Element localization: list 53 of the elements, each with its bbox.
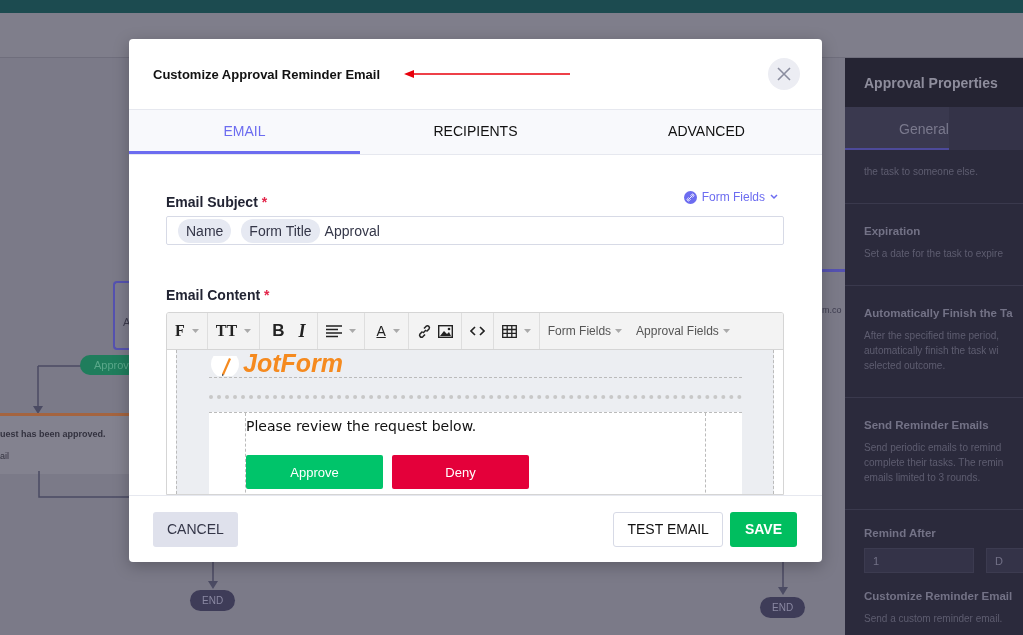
fields-dropdown[interactable]: Approval Fields	[636, 324, 730, 339]
code-icon[interactable]	[469, 326, 485, 337]
field-label: Email Content *	[166, 287, 271, 304]
caret-icon	[615, 329, 623, 334]
dialog-tab[interactable]: EMAIL	[129, 110, 360, 154]
section-title: Send Reminder Emails	[864, 418, 989, 432]
end-node: END	[760, 597, 806, 618]
text-color-button[interactable]: A	[373, 323, 386, 340]
dialog-tab[interactable]: RECIPIENTS	[360, 110, 591, 154]
font-size-button[interactable]: TT	[215, 322, 238, 341]
node-border	[822, 269, 845, 272]
caret-icon	[191, 329, 199, 334]
link-icon[interactable]	[416, 323, 432, 339]
form-fields-link[interactable]: Form Fields	[683, 190, 784, 205]
caret-icon	[722, 329, 730, 334]
close-icon	[776, 66, 792, 82]
dialog-tab[interactable]: ADVANCED	[591, 110, 822, 154]
fields-dropdown[interactable]: Form Fields	[547, 324, 623, 339]
node-label: ail	[0, 451, 10, 461]
caret-icon	[349, 329, 357, 334]
logo-text: JotForm	[243, 350, 343, 378]
email-message: Please review the request below.	[246, 418, 477, 435]
test-email-button[interactable]: TEST EMAIL	[613, 511, 723, 547]
dialog-title: Customize Approval Reminder Email	[153, 66, 381, 82]
field-token[interactable]: Form Title	[241, 218, 320, 243]
close-button[interactable]	[768, 58, 800, 90]
section-title: Automatically Finish the Ta	[864, 306, 1013, 320]
caret-icon	[392, 329, 400, 334]
panel-title: Approval Properties	[864, 74, 998, 91]
pencil-logo-icon	[209, 356, 241, 377]
section-title: Expiration	[864, 224, 921, 238]
field-label: Remind After	[864, 526, 936, 540]
node-title: uest has been approved.	[0, 429, 107, 439]
cancel-button[interactable]: CANCEL	[153, 511, 238, 547]
table-icon[interactable]	[501, 324, 517, 338]
connector-arrow	[208, 562, 218, 590]
field-label: Email Subject *	[166, 194, 268, 211]
italic-button[interactable]: I	[290, 320, 310, 342]
font-button[interactable]: F	[175, 322, 185, 341]
connector-arrow	[33, 366, 43, 416]
end-node: END	[190, 590, 236, 611]
caret-icon	[244, 329, 252, 334]
section-title: Customize Reminder Email	[864, 589, 1013, 603]
connector-arrow	[778, 562, 788, 596]
subject-field[interactable]: Name Form Title Approval	[166, 216, 784, 246]
image-icon[interactable]	[437, 324, 453, 338]
email-action-button[interactable]: Deny	[392, 455, 529, 490]
field-token[interactable]: Name	[178, 218, 232, 243]
bold-button[interactable]: B	[268, 321, 285, 342]
align-icon[interactable]	[326, 324, 343, 338]
chevron-down-icon	[770, 194, 778, 201]
link-icon	[683, 190, 697, 204]
caret-icon	[523, 329, 531, 334]
